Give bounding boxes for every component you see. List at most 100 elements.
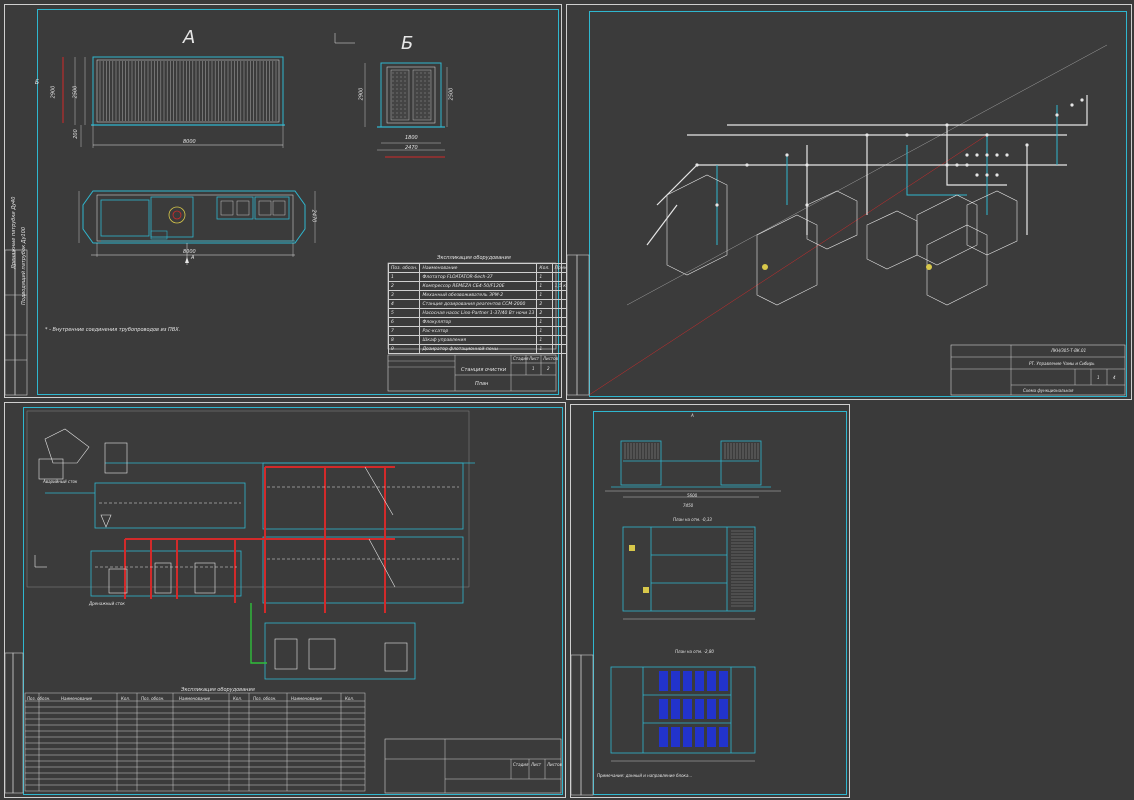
spec-header: Наименование	[419, 263, 538, 273]
spec-row: 3 Механный обезвоживатель ЗРМ-2 1	[387, 290, 588, 300]
spec-cell: Флотатор FLOATATOR-6ech-37	[419, 272, 538, 282]
view-a-elevation	[62, 56, 285, 148]
vertical-note-2: Подводящий патрубок Ду100	[21, 226, 27, 305]
spec-cell: 1	[387, 272, 421, 282]
view-b-elevation	[364, 62, 448, 158]
spec-row: 1 Флотатор FLOATATOR-6ech-37 1	[387, 272, 588, 282]
spec-cell: 1	[536, 335, 553, 345]
spec-row: 5 Насосная насос Lino-Partner 1-37/40 Вт …	[387, 308, 588, 318]
tb-col-sheets: Листов	[543, 356, 558, 361]
doc-code: ЛКН/З05-Т-ВК.01	[1051, 348, 1087, 353]
footnote: * - Внутренние соединения трубопроводов …	[45, 327, 181, 333]
spec-header: Поз. обозн.	[387, 263, 421, 273]
label-drain: Дренажный сток	[89, 601, 125, 606]
tb-col-sheet: Лист	[531, 762, 542, 767]
spec-cell: Флокулятор	[419, 317, 538, 327]
plan-arrow-label: А	[191, 255, 195, 261]
dim-5600: 5600	[687, 493, 698, 498]
dim-2900-b: 2900	[358, 87, 365, 101]
sheet-name: Схема функциональная	[1023, 388, 1074, 393]
spec-cell: 9	[387, 344, 421, 354]
process-drawing	[5, 410, 562, 794]
plan-2-label: План на отм. -2,80	[675, 649, 714, 654]
spec-header: Поз. обозн.	[253, 696, 277, 701]
title-block-name: Станция очистки	[461, 367, 507, 373]
spec-header: Кол.	[345, 696, 355, 701]
spec-title: Экспликация оборудования	[437, 255, 511, 261]
dim-2500: 2500	[72, 85, 79, 99]
spec-cell: Рас-ксатор	[419, 326, 538, 336]
spec-header: Наименование	[291, 696, 323, 701]
tb-col-stage: Стадия	[513, 762, 529, 767]
spec-title: Экспликация оборудования	[181, 687, 255, 693]
spec-row: 2 Компрессор REMEZA СБ4-50/F120Е 1 1,5 кВт	[387, 281, 588, 291]
tb-sheet-no: 1	[1097, 375, 1100, 380]
view-a-label: А	[183, 27, 196, 48]
plans-drawing	[571, 440, 781, 796]
dim-7450: 7450	[683, 503, 694, 508]
tb-sheets: 2	[547, 366, 550, 371]
tb-col-sheets: Листов	[547, 762, 562, 767]
spec-cell: Шкаф управления	[419, 335, 538, 345]
dim-1800: 1800	[405, 135, 418, 141]
sheet-plan: А Б Б 8000 8000 2900 2500 200 1800 2470 …	[4, 4, 588, 398]
spec-header-row: Поз. обозн. Наименование Кол. Примечание	[387, 263, 588, 273]
dim-2470-plan: 2470	[310, 209, 317, 223]
spec-header: Наименование	[179, 696, 211, 701]
spec-cell: 1	[536, 317, 553, 327]
spec-cell: 1	[536, 344, 553, 354]
title-block-sheet: План	[475, 381, 489, 387]
spec-cell: 5	[387, 308, 421, 318]
label-overflow: Аварийный сток	[43, 479, 78, 484]
spec-cell: Компрессор REMEZA СБ4-50/F120Е	[419, 281, 538, 291]
spec-row: 6 Флокулятор 1	[387, 317, 588, 327]
isometric-drawing	[567, 44, 1126, 396]
spec-header: Наименование	[61, 696, 93, 701]
notes: Примечание: данный и направление блока..…	[597, 773, 693, 778]
sheet-plans: А 5600 7450 План на отм. -0,33 План на о…	[570, 404, 850, 798]
spec-cell: 7	[387, 326, 421, 336]
plan-view	[78, 190, 316, 265]
spec-cell: 2	[536, 308, 553, 318]
spec-row: 9 Дозиратор флотационной пены 1	[387, 344, 588, 354]
spec-cell: Станция дозирования реагентов ССМ-2000	[419, 299, 538, 309]
spec-cell: 1	[536, 290, 553, 300]
tb-sheets: 4	[1113, 375, 1116, 380]
spec-cell: 6	[387, 317, 421, 327]
dim-2470: 2470	[405, 145, 418, 151]
dim-2900: 2900	[50, 85, 57, 99]
spec-header: Кол.	[233, 696, 243, 701]
spec-row: 8 Шкаф управления 1	[387, 335, 588, 345]
doc-title: РТ. Управление Чамы и Сибирь	[1029, 361, 1095, 366]
spec-cell: Дозиратор флотационной пены	[419, 344, 538, 354]
spec-header: Кол.	[536, 263, 553, 273]
sheet-process-scheme: Аварийный сток Дренажный сток Экспликаци…	[4, 402, 566, 798]
spec-cell: 2	[387, 281, 421, 291]
dim-200: 200	[72, 129, 79, 139]
spec-row: 4 Станция дозирования реагентов ССМ-2000 2	[387, 299, 588, 309]
spec-header: Поз. обозн.	[141, 696, 165, 701]
dim-2500-b: 2500	[448, 87, 455, 101]
sheet-isometric-scheme: ЛКН/З05-Т-ВК.01 РТ. Управление Чамы и Си…	[566, 4, 1132, 400]
dim-8000-top: 8000	[183, 139, 196, 145]
tb-col-stage: Стадия	[513, 356, 529, 361]
plan-1-label: План на отм. -0,33	[673, 517, 712, 522]
spec-cell: 3	[387, 290, 421, 300]
label-a: А	[691, 413, 694, 418]
spec-header: Кол.	[121, 696, 131, 701]
section-marker: Б	[35, 79, 40, 86]
spec-cell: 8	[387, 335, 421, 345]
tb-sheet-no: 1	[532, 366, 535, 371]
spec-cell: 4	[387, 299, 421, 309]
spec-cell: 1	[536, 272, 553, 282]
equipment-spec-table: Поз. обозн. Наименование Кол. Примечание…	[387, 263, 588, 354]
spec-header: Поз. обозн.	[27, 696, 51, 701]
spec-cell: Насосная насос Lino-Partner 1-37/40 Вт н…	[419, 308, 538, 318]
vertical-note-1: Дренажные патрубки Ду40	[11, 196, 17, 269]
spec-cell: 2	[536, 299, 553, 309]
spec-cell: Механный обезвоживатель ЗРМ-2	[419, 290, 538, 300]
tb-col-sheet: Лист	[529, 356, 540, 361]
spec-cell: 1	[536, 326, 553, 336]
spec-cell: 1	[536, 281, 553, 291]
view-b-label: Б	[401, 33, 414, 54]
